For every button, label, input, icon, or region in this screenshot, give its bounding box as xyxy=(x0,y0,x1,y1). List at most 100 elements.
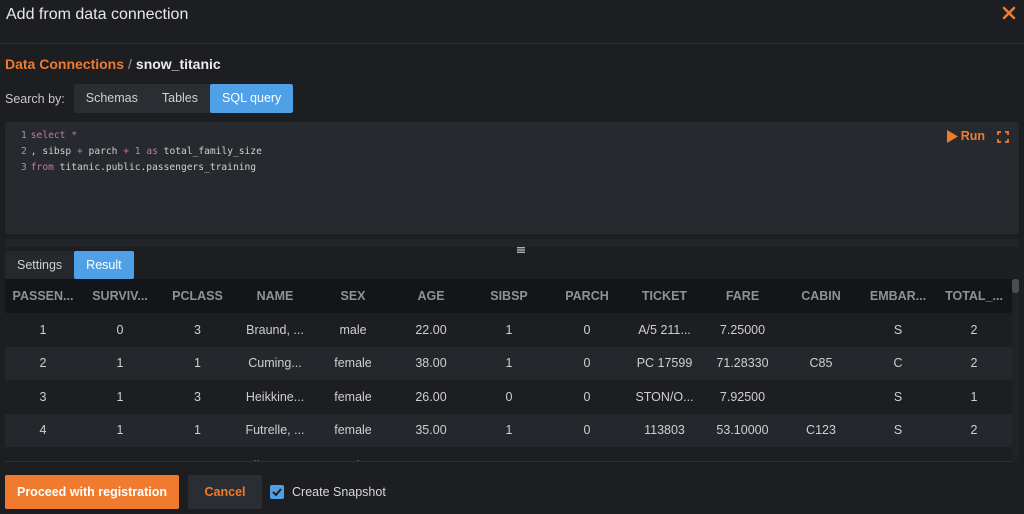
column-header[interactable]: SIBSP xyxy=(470,289,548,303)
table-cell: 0 xyxy=(583,389,591,404)
table-cell: S xyxy=(893,389,903,404)
table-cell: 3 xyxy=(39,389,47,404)
tab-result[interactable]: Result xyxy=(74,251,134,279)
column-header[interactable]: SEX xyxy=(314,289,392,303)
play-icon xyxy=(946,129,958,143)
column-header[interactable]: EMBAR... xyxy=(860,289,936,303)
table-row[interactable]: 4 1 1 Futrelle, ... female 35.00 1 0 113803 53.10… xyxy=(5,413,1012,447)
table-cell: 71.28330 xyxy=(716,356,769,371)
column-header[interactable]: CABIN xyxy=(782,289,860,303)
column-header[interactable]: TOTAL_... xyxy=(936,289,1012,303)
table-cell: 3 xyxy=(159,459,236,461)
table-cell: S xyxy=(860,459,936,461)
search-sql-query-button[interactable]: SQL query xyxy=(210,84,294,113)
search-schemas-button[interactable]: Schemas xyxy=(74,84,150,113)
table-cell: C85 xyxy=(809,356,833,371)
result-table: PASSEN... SURVIV... PCLASS NAME SEX AGE SIBSP P… xyxy=(5,279,1012,462)
table-scrollbar[interactable] xyxy=(1012,279,1019,462)
run-button[interactable]: Run xyxy=(946,129,985,143)
search-tables-button[interactable]: Tables xyxy=(150,84,210,113)
table-cell: 7.92500 xyxy=(719,389,766,404)
column-header[interactable]: PARCH xyxy=(548,289,626,303)
table-cell: 22.00 xyxy=(415,322,447,337)
table-row[interactable]: 3 1 3 Heikkine... female 26.00 0 0 STON/O... 7.92… xyxy=(5,380,1012,414)
table-cell: 2 xyxy=(970,322,978,337)
table-cell: 1 xyxy=(39,322,47,337)
proceed-with-registration-button[interactable]: Proceed with registration xyxy=(5,475,179,509)
search-by-label: Search by: xyxy=(5,91,65,106)
table-cell: 0 xyxy=(548,459,626,461)
table-cell: 0 xyxy=(116,322,124,337)
table-row[interactable]: 503Allen, Mr...male35.00003734508.05000S… xyxy=(5,447,1012,461)
line-number: 2 xyxy=(21,146,27,157)
table-cell: 53.10000 xyxy=(716,423,769,438)
table-cell: Futrelle, ... xyxy=(245,423,305,438)
column-header[interactable]: NAME xyxy=(236,289,314,303)
breadcrumb-separator: / xyxy=(128,56,132,72)
table-cell: Cuming... xyxy=(248,356,302,371)
table-cell: 38.00 xyxy=(415,356,447,371)
breadcrumb: Data Connections / snow_titanic xyxy=(5,56,221,72)
table-cell: 1 xyxy=(116,389,124,404)
cancel-button[interactable]: Cancel xyxy=(188,475,262,509)
table-cell: 0 xyxy=(583,356,591,371)
table-cell: 373450 xyxy=(626,459,703,461)
table-cell: 0 xyxy=(81,459,159,461)
table-cell: 1 xyxy=(505,356,513,371)
sql-editor[interactable]: 1 select * 2, sibsp + parch + 1 as total_… xyxy=(5,122,1019,234)
table-cell: PC 17599 xyxy=(636,356,693,371)
breadcrumb-data-connections[interactable]: Data Connections xyxy=(5,56,124,72)
table-cell: 1 xyxy=(194,423,201,438)
create-snapshot-label: Create Snapshot xyxy=(292,485,386,499)
column-header[interactable]: PASSEN... xyxy=(5,289,81,303)
table-cell: 4 xyxy=(39,423,47,438)
table-cell: S xyxy=(893,423,903,438)
table-cell: female xyxy=(334,423,372,438)
table-cell: 1 xyxy=(116,423,124,438)
column-header[interactable]: FARE xyxy=(703,289,782,303)
table-cell: 35.00 xyxy=(415,423,447,438)
drag-handle-icon[interactable] xyxy=(517,240,525,253)
table-row[interactable]: 2 1 1 Cuming... female 38.00 1 0 PC 17599 71.2833… xyxy=(5,346,1012,380)
table-cell: 0 xyxy=(470,459,548,461)
table-cell: 1 xyxy=(116,356,124,371)
table-cell: female xyxy=(334,389,372,404)
table-cell: 3 xyxy=(194,322,201,337)
table-cell: 26.00 xyxy=(415,389,447,404)
table-cell: 0 xyxy=(583,423,591,438)
dialog-footer: Proceed with registration Cancel Create … xyxy=(0,475,1024,509)
fullscreen-icon[interactable] xyxy=(997,130,1009,148)
table-cell: 5 xyxy=(5,459,81,461)
table-cell: male xyxy=(339,322,367,337)
column-header[interactable]: AGE xyxy=(392,289,470,303)
table-row[interactable]: 1 0 3 Braund, ... male 22.00 1 0 A/5 211... 7.250… xyxy=(5,313,1012,347)
scrollbar-thumb[interactable] xyxy=(1012,279,1019,293)
create-snapshot-checkbox[interactable]: Create Snapshot xyxy=(270,485,386,499)
table-cell: C123 xyxy=(806,423,836,438)
column-header[interactable]: SURVIV... xyxy=(81,289,159,303)
column-header[interactable]: TICKET xyxy=(626,289,703,303)
table-cell: male xyxy=(314,459,392,461)
column-header[interactable]: PCLASS xyxy=(159,289,236,303)
table-cell: 7.25000 xyxy=(719,322,766,337)
search-by: Search by: Schemas Tables SQL query xyxy=(5,84,294,113)
tab-settings[interactable]: Settings xyxy=(5,251,74,279)
close-icon[interactable] xyxy=(1002,6,1016,20)
table-cell: A/5 211... xyxy=(638,322,691,337)
table-cell: S xyxy=(893,322,903,337)
table-cell: 1 xyxy=(505,423,513,438)
checkbox-checked-icon[interactable] xyxy=(270,485,284,499)
table-cell: 1 xyxy=(505,322,513,337)
table-cell: 1 xyxy=(936,459,1012,461)
table-cell: C xyxy=(893,356,903,371)
table-header-row: PASSEN... SURVIV... PCLASS NAME SEX AGE SIBSP P… xyxy=(5,279,1012,313)
line-number: 3 xyxy=(21,162,27,173)
table-cell: 3 xyxy=(194,389,201,404)
sql-code[interactable]: 1 select * 2, sibsp + parch + 1 as total_… xyxy=(21,128,262,176)
table-cell: 2 xyxy=(39,356,47,371)
dialog-header: Add from data connection xyxy=(0,0,1024,44)
table-cell: 1 xyxy=(194,356,201,371)
resize-splitter[interactable] xyxy=(5,239,1019,253)
line-number: 1 xyxy=(21,130,27,141)
table-cell: 2 xyxy=(970,423,978,438)
